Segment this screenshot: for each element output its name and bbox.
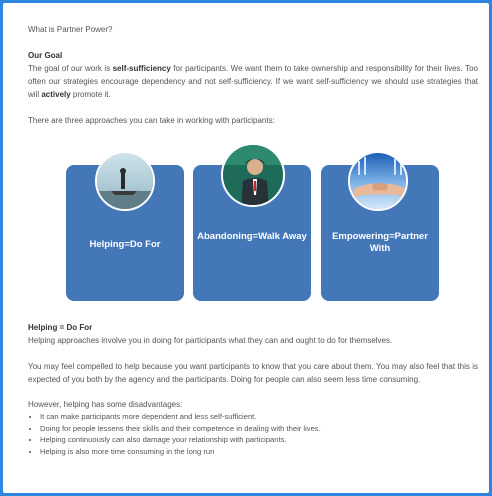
helping-heading: Helping = Do For — [28, 323, 93, 332]
goal-text-1: The goal of our work is — [28, 64, 113, 73]
content-area: What is Partner Power? Our Goal The goal… — [28, 23, 478, 127]
list-item: Doing for people lessens their skills an… — [40, 423, 478, 435]
helping-section: Helping = Do For Helping approaches invo… — [28, 321, 478, 457]
disadvantages-intro: However, helping has some disadvantages: — [28, 400, 183, 409]
helping-image — [95, 151, 155, 211]
card-empowering-title: Empowering=Partner With — [332, 231, 428, 254]
approaches-intro: There are three approaches you can take … — [28, 116, 275, 125]
helping-desc: Helping approaches involve you in doing … — [28, 336, 393, 345]
page-question: What is Partner Power? — [28, 25, 113, 34]
disadvantages-list: It can make participants more dependent … — [28, 411, 478, 457]
goal-text-3: promote it. — [70, 90, 111, 99]
approach-cards: Helping=Do For Abandoning=Walk Away Empo… — [66, 143, 442, 303]
goal-paragraph: The goal of our work is self-sufficiency… — [28, 62, 478, 101]
goal-heading: Our Goal — [28, 51, 63, 60]
goal-bold-2: actively — [41, 90, 71, 99]
page-frame: What is Partner Power? Our Goal The goal… — [3, 3, 489, 493]
helping-para2: You may feel compelled to help because y… — [28, 362, 478, 384]
abandoning-image — [221, 143, 285, 207]
card-helping-title: Helping=Do For — [89, 239, 161, 250]
list-item: It can make participants more dependent … — [40, 411, 478, 423]
goal-bold-1: self-sufficiency — [112, 64, 171, 73]
card-abandoning-title: Abandoning=Walk Away — [197, 231, 307, 242]
empowering-image — [348, 151, 408, 211]
list-item: Helping is also more time consuming in t… — [40, 446, 478, 458]
list-item: Helping continuously can also damage you… — [40, 434, 478, 446]
